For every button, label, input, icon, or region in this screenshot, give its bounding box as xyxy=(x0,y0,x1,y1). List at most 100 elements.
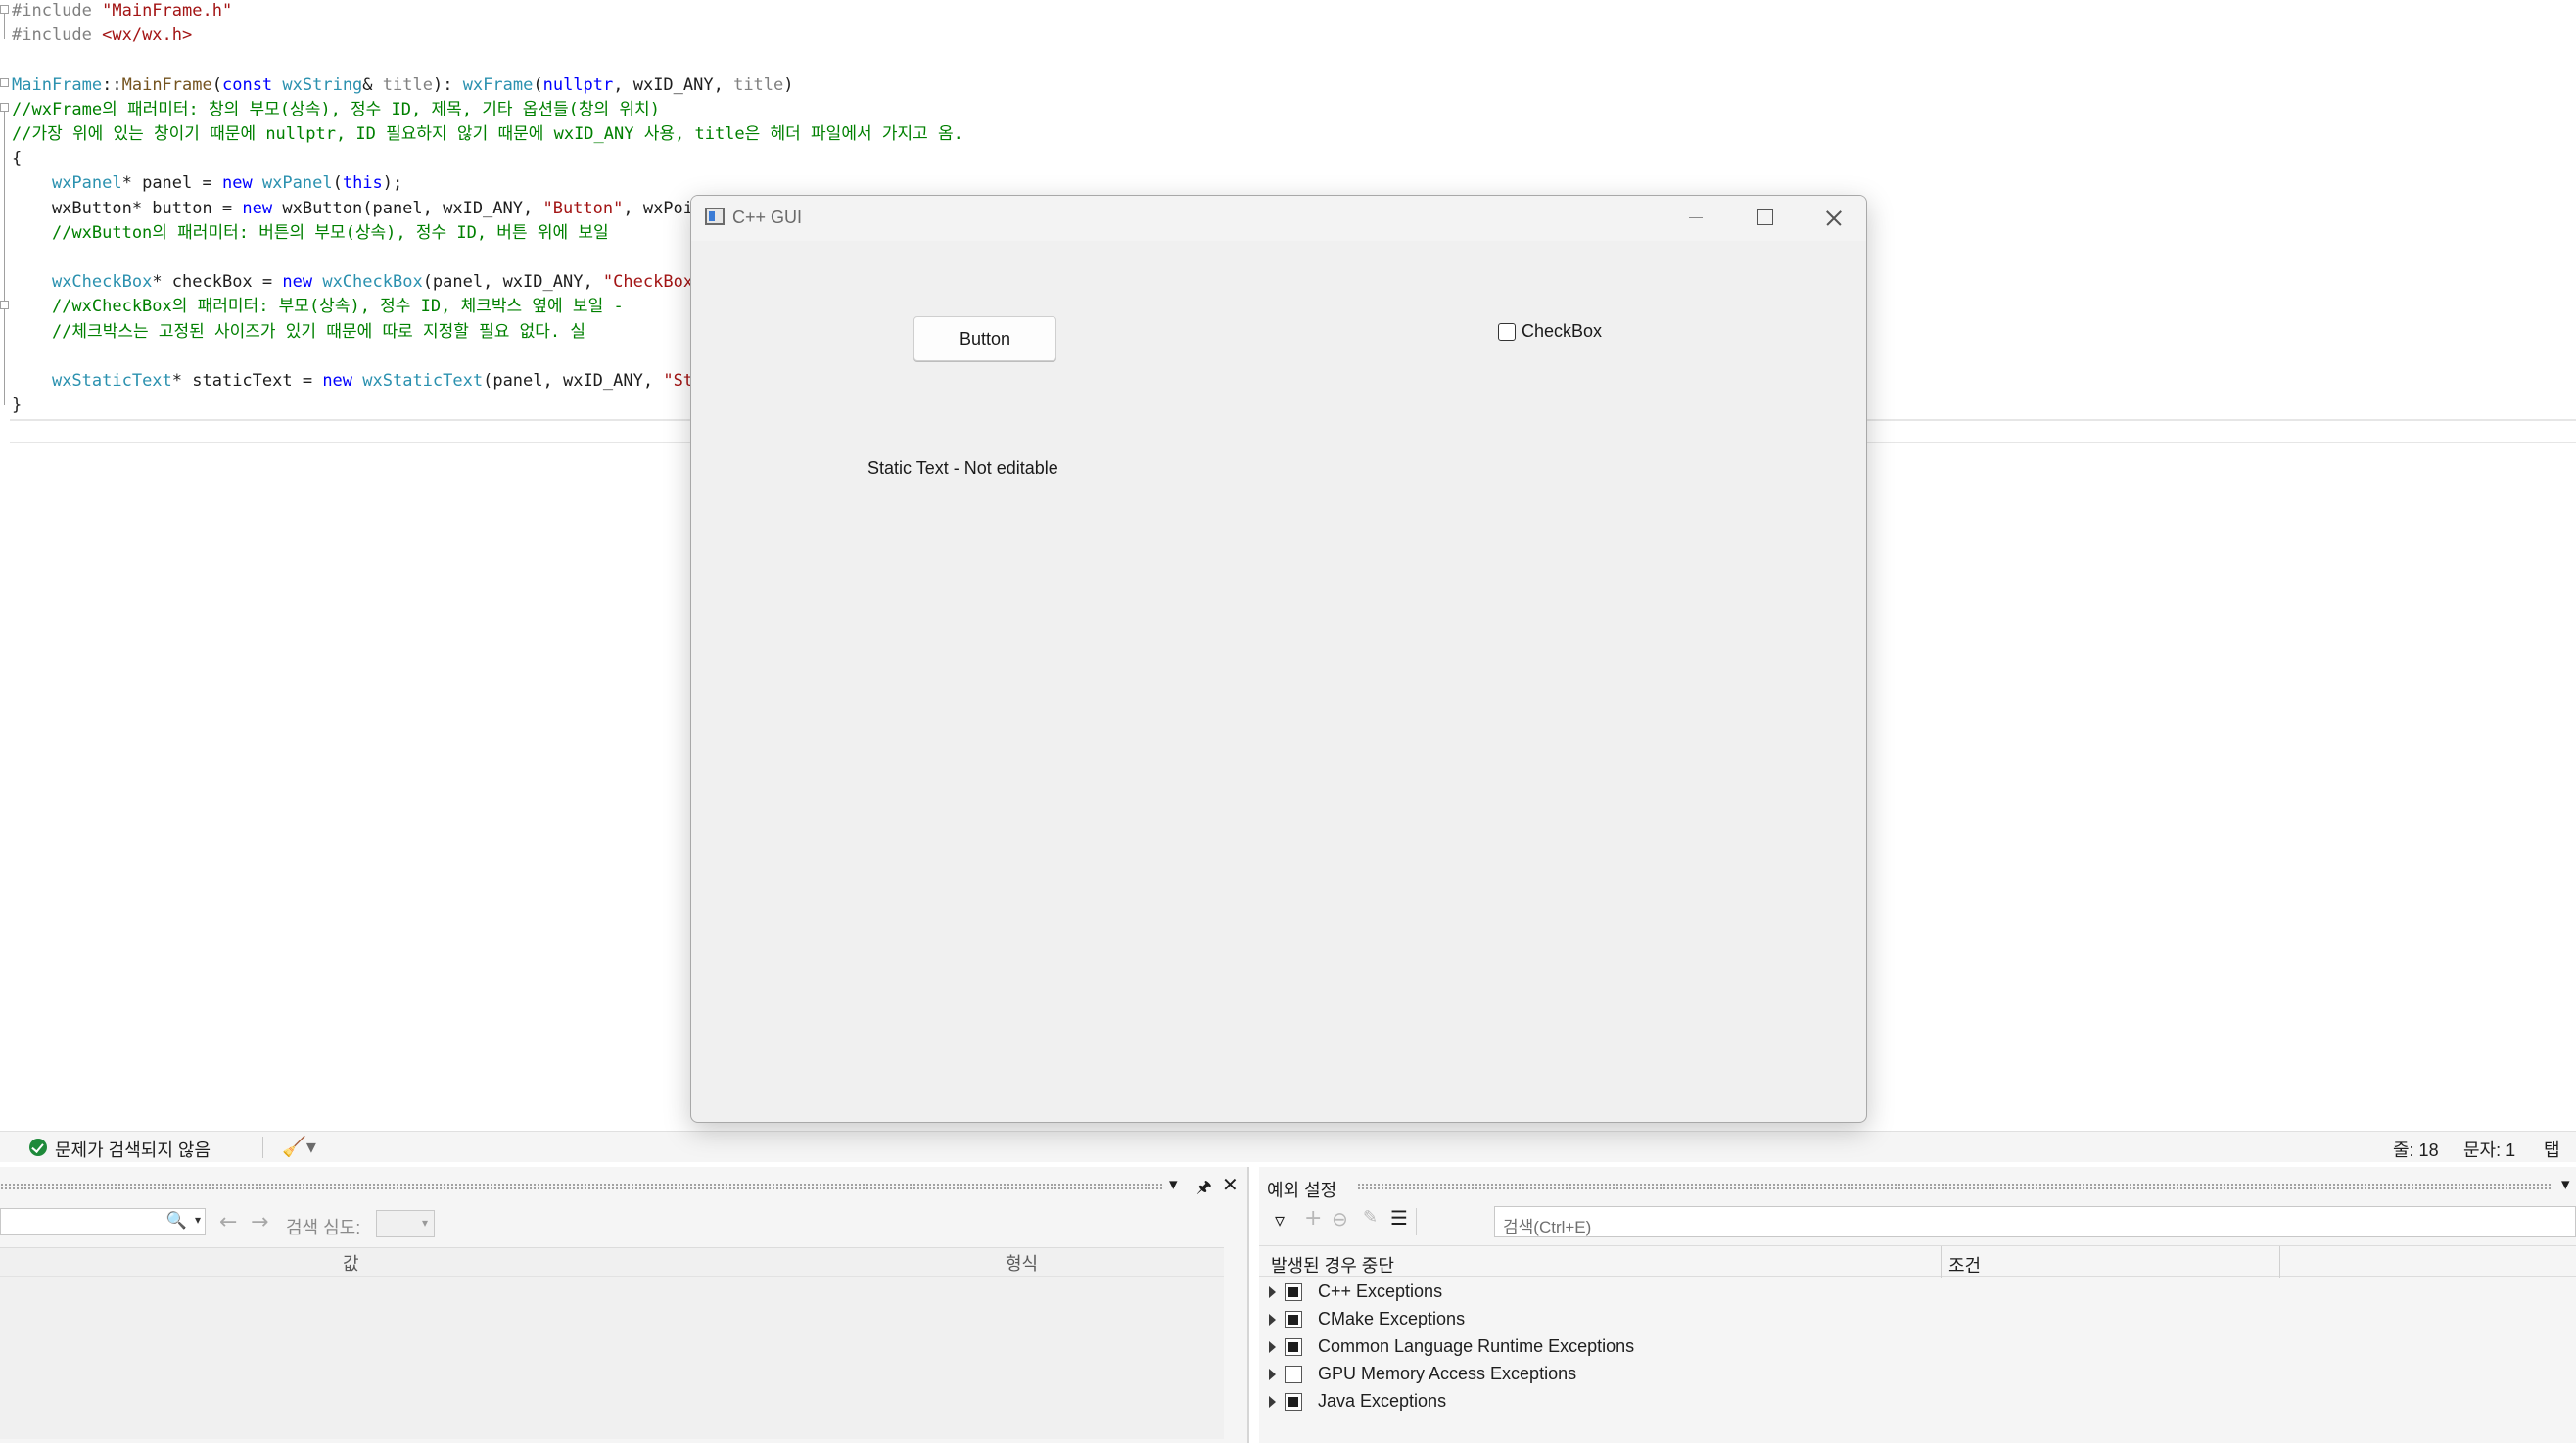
exception-checkbox[interactable] xyxy=(1285,1283,1302,1301)
check-circle-icon xyxy=(29,1139,47,1156)
panel-drag-grip[interactable] xyxy=(1357,1183,2552,1190)
code-line[interactable]: //wxCheckBox의 패러미터: 부모(상속), 정수 ID, 체크박스 … xyxy=(12,295,624,319)
dropdown-arrow-icon[interactable]: ▾ xyxy=(1169,1175,1178,1194)
search-depth-select[interactable]: ▾ xyxy=(376,1210,435,1237)
minimize-icon[interactable] xyxy=(1661,196,1729,241)
restore-list-icon[interactable]: ☰ xyxy=(1390,1206,1408,1230)
window-title: C++ GUI xyxy=(732,208,803,227)
fold-toggle-icon[interactable] xyxy=(0,103,9,112)
code-token: ) xyxy=(783,74,794,95)
exception-label: Common Language Runtime Exceptions xyxy=(1318,1336,1635,1356)
checkbox-label[interactable]: CheckBox xyxy=(1522,321,1602,342)
code-token: wxFrame xyxy=(462,74,534,95)
col-divider[interactable] xyxy=(1941,1246,1942,1278)
watch-search-input[interactable]: 🔍 ▾ xyxy=(0,1208,206,1235)
code-token: new xyxy=(242,198,283,218)
wx-button[interactable]: Button xyxy=(913,316,1056,361)
exception-checkbox[interactable] xyxy=(1285,1311,1302,1328)
grid-header-divider xyxy=(0,1276,1224,1277)
code-token: (panel, wxID_ANY, xyxy=(483,371,664,391)
code-token: wxStaticText xyxy=(51,371,172,391)
code-line[interactable]: //wxFrame의 패러미터: 창의 부모(상속), 정수 ID, 제목, 기… xyxy=(12,98,660,122)
remove-icon[interactable]: ⊖ xyxy=(1332,1207,1348,1231)
code-line[interactable]: //체크박스는 고정된 사이즈가 있기 때문에 따로 지정할 필요 없다. 실 xyxy=(12,320,585,345)
exception-checkbox[interactable] xyxy=(1285,1338,1302,1356)
code-line[interactable]: #include "MainFrame.h" xyxy=(12,0,232,23)
pin-icon[interactable]: 🖈 xyxy=(1196,1175,1212,1203)
maximize-icon[interactable] xyxy=(1729,196,1798,241)
code-token: title xyxy=(382,74,433,95)
add-icon[interactable]: + xyxy=(1304,1206,1322,1231)
filter-icon[interactable]: ▿ xyxy=(1275,1208,1285,1232)
panel-drag-grip[interactable] xyxy=(0,1183,1163,1190)
back-arrow-icon[interactable]: ← xyxy=(219,1210,237,1234)
code-token: :: xyxy=(102,74,122,95)
forward-arrow-icon[interactable]: → xyxy=(251,1210,268,1234)
code-token: "CheckBox" xyxy=(602,272,704,293)
code-token: this xyxy=(342,173,383,194)
chevron-down-icon: ▾ xyxy=(421,1216,428,1230)
line-indicator[interactable]: 줄: 18 xyxy=(2393,1137,2439,1162)
exception-row[interactable]: CMake Exceptions xyxy=(1269,1308,1954,1335)
exception-settings-panel: 예외 설정 ▾ ▿ + ⊖ ✎ ☰ 검색(Ctrl+E) 발생된 경우 중단 조… xyxy=(1259,1167,2576,1443)
code-line[interactable]: { xyxy=(12,147,22,171)
exception-row[interactable]: Common Language Runtime Exceptions xyxy=(1269,1335,1954,1363)
exception-row[interactable]: C++ Exceptions xyxy=(1269,1280,1954,1308)
cpp-gui-window[interactable]: C++ GUI Button CheckBox Static Text - No… xyxy=(690,195,1867,1123)
code-token: & xyxy=(362,74,383,95)
code-token: ( xyxy=(332,173,343,194)
dropdown-arrow-icon[interactable]: ▾ xyxy=(2561,1175,2570,1194)
code-token: new xyxy=(221,173,262,194)
exception-search-input[interactable]: 검색(Ctrl+E) xyxy=(1494,1206,2576,1237)
expand-arrow-icon[interactable] xyxy=(1269,1341,1276,1353)
exception-list[interactable]: C++ Exceptions CMake Exceptions Common Lan… xyxy=(1259,1280,2576,1443)
code-token: * panel = xyxy=(121,173,222,194)
window-title-bar[interactable]: C++ GUI xyxy=(691,196,1866,241)
fold-toggle-icon[interactable] xyxy=(0,78,9,87)
edit-icon[interactable]: ✎ xyxy=(1363,1207,1378,1228)
exception-row[interactable]: GPU Memory Access Exceptions xyxy=(1269,1363,1954,1390)
expand-arrow-icon[interactable] xyxy=(1269,1314,1276,1326)
code-line[interactable]: //가장 위에 있는 창이기 때문에 nullptr, ID 필요하지 않기 때… xyxy=(12,122,963,147)
expand-arrow-icon[interactable] xyxy=(1269,1396,1276,1408)
code-line[interactable]: } xyxy=(12,394,22,418)
watch-grid[interactable]: 값 형식 xyxy=(0,1247,1224,1439)
col-divider[interactable] xyxy=(2279,1246,2280,1278)
code-token: ); xyxy=(382,173,403,194)
code-token: wxButton(panel, wxID_ANY, xyxy=(282,198,543,218)
fold-toggle-icon[interactable] xyxy=(0,5,9,14)
expand-arrow-icon[interactable] xyxy=(1269,1286,1276,1298)
code-token: <wx/wx.h> xyxy=(102,25,193,46)
col-header-type[interactable]: 형식 xyxy=(1006,1250,1038,1276)
issues-status-text[interactable]: 문제가 검색되지 않음 xyxy=(55,1137,211,1162)
chevron-down-icon[interactable]: ▾ xyxy=(195,1213,201,1227)
code-token: * checkBox = xyxy=(152,272,283,293)
code-token: , wxID_ANY, xyxy=(613,74,734,95)
code-line[interactable]: wxButton* button = new wxButton(panel, w… xyxy=(12,197,703,221)
col-header-break[interactable]: 발생된 경우 중단 xyxy=(1271,1252,1394,1278)
code-line[interactable]: wxCheckBox* checkBox = new wxCheckBox(pa… xyxy=(12,270,703,295)
code-line[interactable]: wxPanel* panel = new wxPanel(this); xyxy=(12,171,402,196)
app-window-icon xyxy=(705,208,725,225)
exception-checkbox[interactable] xyxy=(1285,1366,1302,1383)
code-token: new xyxy=(282,272,323,293)
col-header-value[interactable]: 값 xyxy=(343,1250,359,1276)
close-icon[interactable]: ✕ xyxy=(1222,1173,1239,1196)
expand-arrow-icon[interactable] xyxy=(1269,1369,1276,1380)
checkbox-box[interactable] xyxy=(1498,323,1516,341)
col-header-condition[interactable]: 조건 xyxy=(1948,1252,1981,1278)
code-line[interactable]: //wxButton의 패러미터: 버튼의 부모(상속), 정수 ID, 버튼 … xyxy=(12,221,609,246)
fold-toggle-icon[interactable] xyxy=(0,301,9,309)
code-line[interactable]: MainFrame::MainFrame(const wxString& tit… xyxy=(12,73,794,98)
code-cleanup-icon[interactable]: 🧹▾ xyxy=(282,1135,316,1159)
char-indicator[interactable]: 문자: 1 xyxy=(2463,1137,2515,1162)
close-icon[interactable] xyxy=(1798,196,1866,241)
code-line[interactable]: wxStaticText* staticText = new wxStaticT… xyxy=(12,369,703,394)
code-token: new xyxy=(322,371,363,391)
exception-row[interactable]: Java Exceptions xyxy=(1269,1390,1954,1418)
exception-checkbox[interactable] xyxy=(1285,1393,1302,1411)
code-line[interactable]: #include <wx/wx.h> xyxy=(12,23,192,48)
code-token: //wxCheckBox의 패러미터: 부모(상속), 정수 ID, 체크박스 … xyxy=(12,297,624,317)
code-token: //wxFrame의 패러미터: 창의 부모(상속), 정수 ID, 제목, 기… xyxy=(12,99,660,119)
tab-mode-indicator[interactable]: 탭 xyxy=(2544,1137,2560,1162)
